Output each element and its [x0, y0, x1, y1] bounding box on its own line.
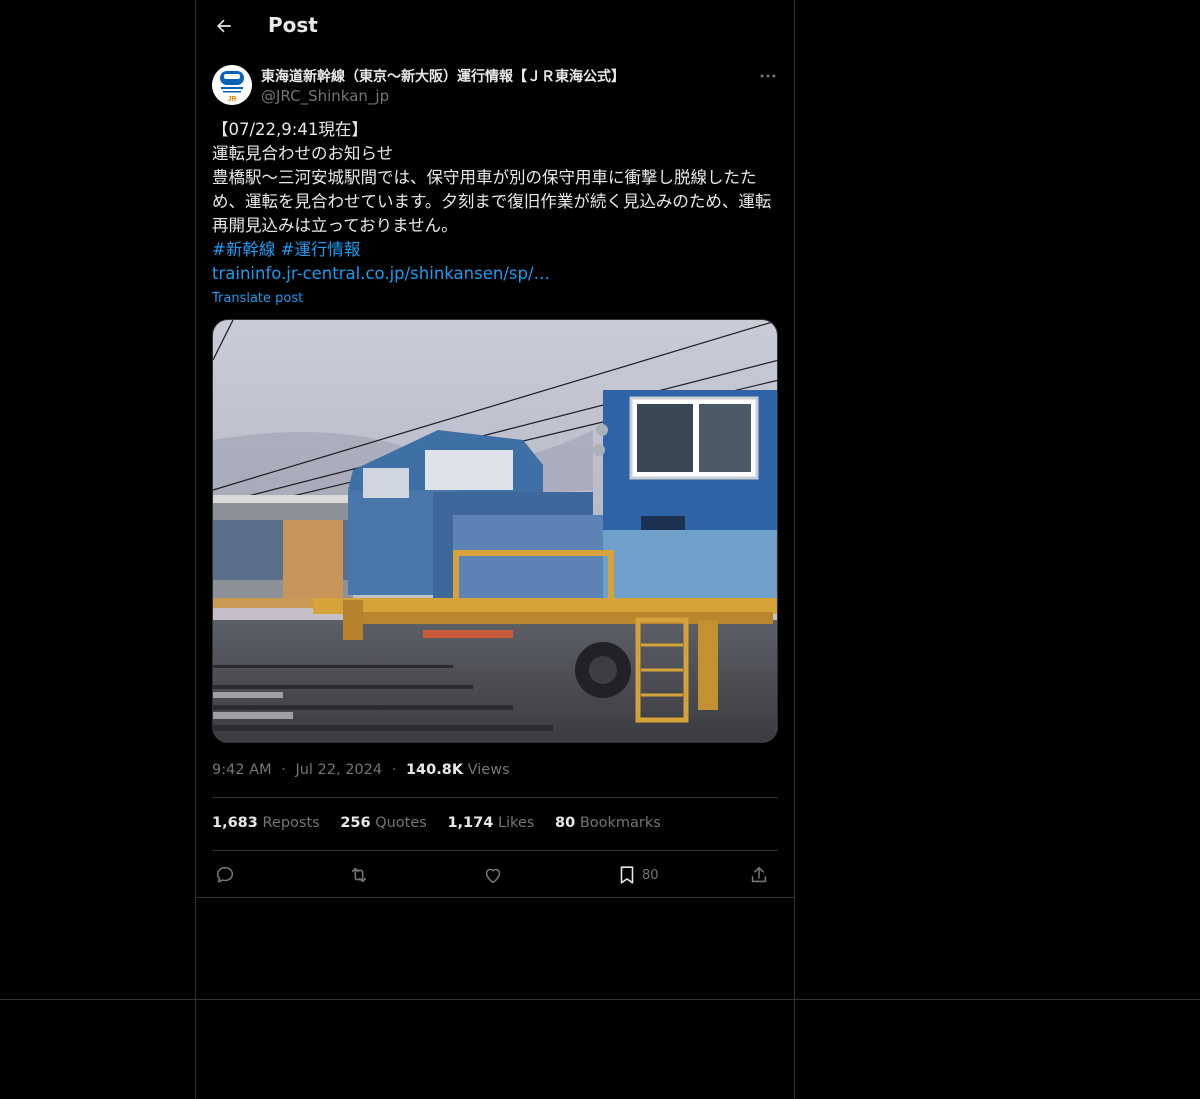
views-count: 140.8K	[405, 762, 464, 778]
author-handle[interactable]: @JRC_Shinkan_jp	[261, 87, 389, 105]
bookmark-action-count: 80	[642, 867, 659, 883]
tweet-line-2: 運転見合わせのお知らせ	[212, 144, 394, 163]
tweet-body: 豊橋駅〜三河安城駅間では、保守用車が別の保守用車に衝撃し脱線したため、運転を見合…	[212, 168, 772, 235]
hashtag-unko-joho[interactable]: #運行情報	[281, 240, 361, 259]
bookmark-button[interactable]: 80	[616, 862, 659, 888]
tweet-url-link[interactable]: traininfo.jr-central.co.jp/shinkansen/sp…	[212, 262, 778, 286]
quotes-count: 256	[340, 815, 371, 831]
quotes-label: Quotes	[375, 815, 427, 831]
views-label: Views	[467, 762, 510, 778]
hashtag-shinkansen[interactable]: #新幹線	[212, 240, 275, 259]
like-button[interactable]	[482, 862, 504, 888]
back-button[interactable]	[212, 14, 236, 38]
reposts-label: Reposts	[262, 815, 320, 831]
more-options-button[interactable]	[756, 64, 780, 88]
page-title: Post	[268, 13, 318, 37]
repost-icon	[351, 867, 367, 883]
engagement-stats: 1,683 Reposts 256 Quotes 1,174 Likes 80 …	[212, 815, 677, 831]
reposts-stat[interactable]: 1,683 Reposts	[212, 815, 320, 831]
reposts-count: 1,683	[212, 815, 258, 831]
svg-text:JR: JR	[228, 96, 237, 103]
heart-icon	[485, 868, 501, 884]
post-column: Post JR 東海道新幹線（東京〜新大阪）運行情報【ＪＲ東海公式】 @JRC_…	[195, 0, 795, 1099]
tweet-text: 【07/22,9:41現在】 運転見合わせのお知らせ 豊橋駅〜三河安城駅間では、…	[212, 118, 778, 286]
share-button[interactable]	[748, 862, 770, 888]
repost-button[interactable]	[348, 862, 370, 888]
quotes-stat[interactable]: 256 Quotes	[340, 815, 427, 831]
meta-separator-1: ·	[281, 762, 286, 778]
more-horizontal-icon	[760, 74, 776, 78]
likes-count: 1,174	[447, 815, 494, 831]
bookmarks-stat[interactable]: 80 Bookmarks	[555, 815, 661, 831]
tweet-photo[interactable]	[212, 319, 778, 743]
share-icon	[751, 866, 767, 883]
page-header: Post	[196, 0, 794, 53]
bookmarks-label: Bookmarks	[579, 815, 661, 831]
arrow-left-icon	[217, 19, 231, 33]
action-bar: 80	[212, 862, 778, 888]
tweet-date[interactable]: Jul 22, 2024	[295, 762, 382, 778]
likes-stat[interactable]: 1,174 Likes	[447, 815, 534, 831]
bookmarks-count: 80	[555, 815, 576, 831]
bookmark-icon	[620, 866, 634, 884]
avatar[interactable]: JR	[212, 65, 252, 105]
author-display-name[interactable]: 東海道新幹線（東京〜新大阪）運行情報【ＪＲ東海公式】	[261, 66, 625, 86]
reply-icon	[216, 866, 234, 883]
tweet-time[interactable]: 9:42 AM	[212, 762, 272, 778]
meta-separator-2: ·	[391, 762, 397, 778]
divider-stats	[212, 850, 778, 851]
likes-label: Likes	[497, 815, 535, 831]
divider-meta	[212, 797, 778, 798]
reply-button[interactable]	[214, 862, 236, 888]
translate-post-link[interactable]: Translate post	[212, 291, 303, 306]
tweet-meta: 9:42 AM · Jul 22, 2024 · 140.8K Views	[212, 762, 510, 778]
divider-actions	[196, 897, 794, 898]
tweet-line-1: 【07/22,9:41現在】	[212, 120, 368, 139]
